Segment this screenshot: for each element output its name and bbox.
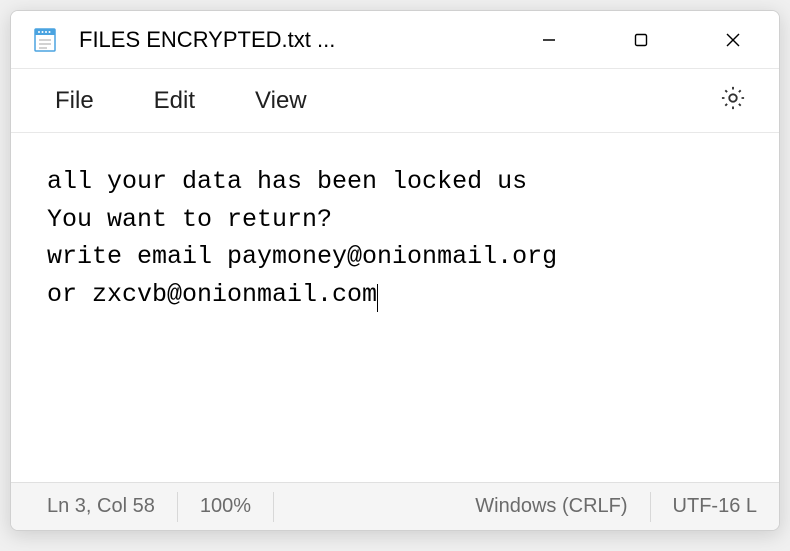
notepad-app-icon	[31, 26, 59, 54]
close-button[interactable]	[687, 11, 779, 68]
window-title: FILES ENCRYPTED.txt ...	[79, 27, 503, 53]
text-line: You want to return?	[47, 205, 332, 234]
notepad-window: FILES ENCRYPTED.txt ... File Edit View	[10, 10, 780, 531]
status-zoom[interactable]: 100%	[178, 492, 274, 522]
status-encoding[interactable]: UTF-16 L	[651, 492, 779, 522]
text-line: all your data has been locked us	[47, 167, 527, 196]
text-editor-area[interactable]: all your data has been locked us You wan…	[11, 133, 779, 482]
titlebar[interactable]: FILES ENCRYPTED.txt ...	[11, 11, 779, 69]
statusbar: Ln 3, Col 58 100% Windows (CRLF) UTF-16 …	[11, 482, 779, 530]
window-controls	[503, 11, 779, 68]
menubar: File Edit View	[11, 69, 779, 133]
gear-icon	[719, 84, 747, 117]
status-cursor-position[interactable]: Ln 3, Col 58	[11, 492, 178, 522]
text-line: write email paymoney@onionmail.org	[47, 242, 557, 271]
menu-view[interactable]: View	[225, 77, 337, 125]
status-line-ending[interactable]: Windows (CRLF)	[453, 492, 650, 522]
settings-button[interactable]	[709, 77, 757, 125]
text-line: or zxcvb@onionmail.com	[47, 280, 377, 309]
text-caret	[377, 284, 378, 312]
menu-file[interactable]: File	[25, 77, 124, 125]
maximize-button[interactable]	[595, 11, 687, 68]
minimize-button[interactable]	[503, 11, 595, 68]
menu-edit[interactable]: Edit	[124, 77, 225, 125]
